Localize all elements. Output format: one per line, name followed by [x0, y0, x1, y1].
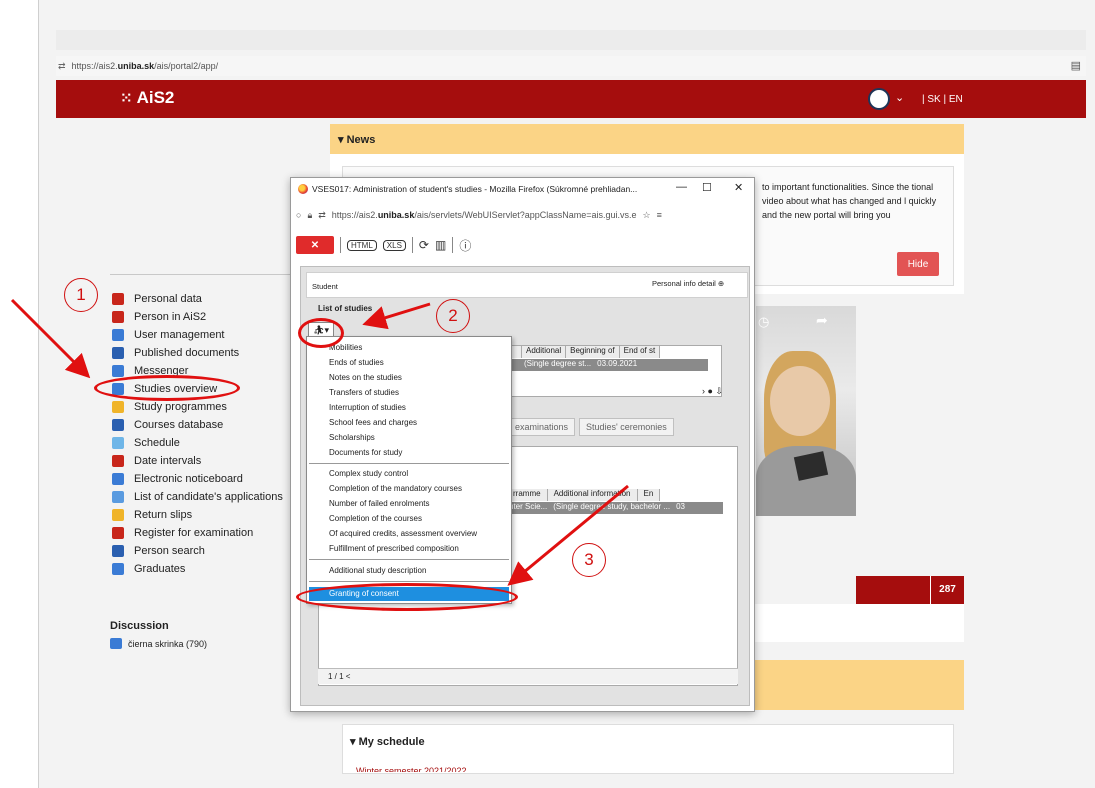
- arrow-to-granting-consent: [507, 484, 629, 586]
- arrow-to-actions-button: [362, 302, 431, 330]
- annotation-arrows: [10, 298, 629, 586]
- arrow-to-studies-overview: [10, 298, 91, 379]
